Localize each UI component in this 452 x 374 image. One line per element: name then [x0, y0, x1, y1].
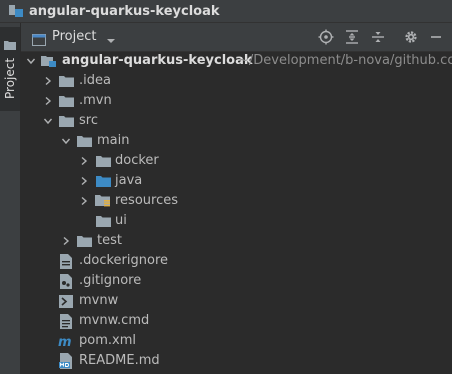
tree-row[interactable]: java — [21, 171, 452, 191]
tree-row[interactable]: test — [21, 231, 452, 251]
chevron-right-icon[interactable] — [79, 196, 89, 206]
tree-row[interactable]: src — [21, 111, 452, 131]
tree-row[interactable]: mvnw — [21, 291, 452, 311]
tree-label: resources — [115, 193, 179, 208]
tree-label: README.md — [79, 353, 160, 368]
tree-label: .gitignore — [79, 273, 142, 288]
folder-icon — [58, 73, 74, 89]
chevron-right-icon[interactable] — [61, 236, 71, 246]
source-folder-icon — [95, 173, 111, 189]
project-tree: angular-quarkus-keycloak ~/Development/b… — [21, 51, 452, 374]
project-tool-tab-label: Project — [3, 57, 17, 99]
tree-label: .idea — [79, 73, 111, 88]
chevron-right-icon[interactable] — [43, 76, 53, 86]
resources-folder-icon — [95, 193, 111, 209]
tree-label: ui — [115, 213, 127, 228]
tree-row[interactable]: ui — [21, 211, 452, 231]
tree-label: test — [97, 233, 122, 248]
chevron-down-icon[interactable] — [106, 31, 116, 50]
crosshair-icon[interactable] — [318, 29, 334, 45]
tree-row[interactable]: docker — [21, 151, 452, 171]
ignore-file-icon — [58, 273, 74, 289]
tree-label: docker — [115, 153, 159, 168]
left-tool-strip: Project — [0, 23, 21, 374]
tree-row[interactable]: .mvn — [21, 91, 452, 111]
tree-row[interactable]: .idea — [21, 71, 452, 91]
folder-icon — [95, 213, 111, 229]
script-file-icon — [58, 293, 74, 309]
tree-row[interactable]: .dockerignore — [21, 251, 452, 271]
maven-icon: m — [58, 333, 74, 349]
chevron-down-icon[interactable] — [43, 116, 53, 126]
panel-window-icon — [32, 31, 46, 50]
project-tool-tab[interactable]: Project — [0, 27, 20, 111]
tree-row[interactable]: .gitignore — [21, 271, 452, 291]
minimize-icon[interactable] — [428, 29, 444, 45]
svg-text:m: m — [58, 335, 72, 348]
chevron-right-icon[interactable] — [43, 96, 53, 106]
window-title: angular-quarkus-keycloak — [29, 3, 220, 19]
gear-icon[interactable] — [403, 29, 419, 45]
tree-label: angular-quarkus-keycloak — [62, 53, 253, 68]
folder-icon — [58, 93, 74, 109]
project-module-icon — [41, 53, 57, 69]
tree-row[interactable]: resources — [21, 191, 452, 211]
markdown-file-icon — [58, 353, 74, 369]
tree-row[interactable]: mvnw.cmd — [21, 311, 452, 331]
tree-row[interactable]: m pom.xml — [21, 331, 452, 351]
tree-row[interactable]: main — [21, 131, 452, 151]
folder-icon — [76, 233, 92, 249]
collapse-all-icon[interactable] — [370, 29, 386, 45]
folder-icon — [95, 153, 111, 169]
project-panel-header: Project — [21, 23, 452, 52]
ignore-file-icon — [58, 253, 74, 269]
tree-label: java — [115, 173, 143, 188]
view-selector[interactable]: Project — [52, 29, 96, 44]
chevron-right-icon[interactable] — [79, 176, 89, 186]
tree-label: .mvn — [79, 93, 112, 108]
tree-row[interactable]: README.md — [21, 351, 452, 371]
tree-label: mvnw.cmd — [79, 313, 150, 328]
folder-icon — [58, 113, 74, 129]
tree-label: .dockerignore — [79, 253, 169, 268]
tree-label: src — [79, 113, 98, 128]
expand-all-icon[interactable] — [344, 29, 360, 45]
chevron-right-icon[interactable] — [79, 156, 89, 166]
tree-label: pom.xml — [79, 333, 136, 348]
chevron-down-icon[interactable] — [61, 136, 71, 146]
tree-label: main — [97, 133, 130, 148]
tree-row-root[interactable]: angular-quarkus-keycloak ~/Development/b… — [21, 51, 452, 71]
chevron-down-icon[interactable] — [26, 56, 36, 66]
folder-icon — [76, 133, 92, 149]
window-title-bar: angular-quarkus-keycloak — [0, 0, 452, 23]
folder-icon — [4, 35, 16, 54]
root-path-hint: ~/Development/b-nova/github.com/ — [238, 53, 452, 68]
tree-label: mvnw — [79, 293, 119, 308]
project-module-icon — [8, 4, 24, 18]
text-file-icon — [58, 313, 74, 329]
